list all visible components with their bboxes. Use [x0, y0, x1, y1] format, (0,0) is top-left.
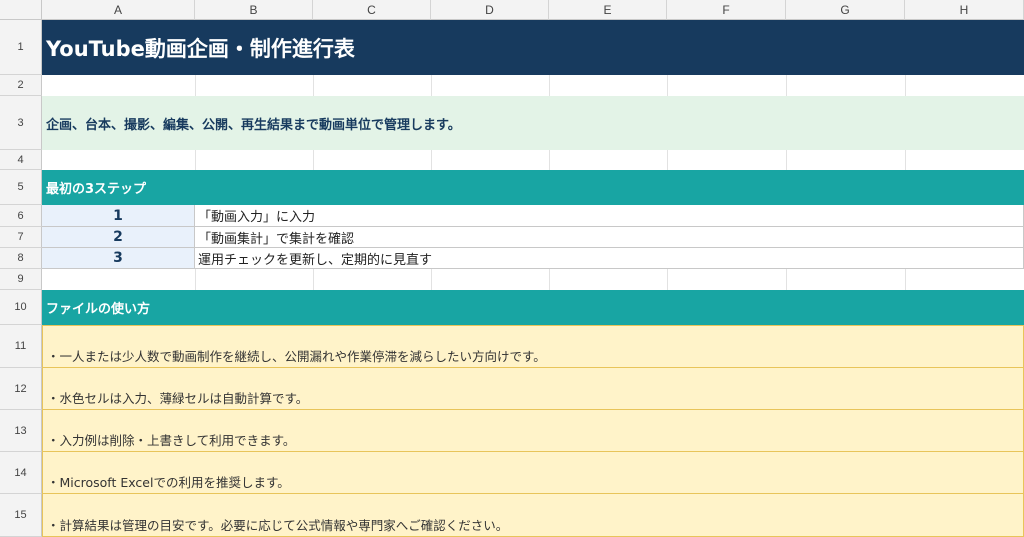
- steps-heading-cell[interactable]: 最初の3ステップ: [42, 170, 1024, 205]
- row-header-14[interactable]: 14: [0, 452, 42, 494]
- column-header-e[interactable]: E: [549, 0, 667, 20]
- row-header-15[interactable]: 15: [0, 494, 42, 537]
- steps-heading: 最初の3ステップ: [46, 182, 147, 197]
- row-header-11[interactable]: 11: [0, 325, 42, 368]
- column-header-d[interactable]: D: [431, 0, 549, 20]
- spreadsheet: A B C D E F G H 1 2 3 4 5 6 7 8 9 10 11 …: [0, 0, 1024, 537]
- column-header-h[interactable]: H: [905, 0, 1024, 20]
- step-text-cell[interactable]: 「動画入力」に入力: [195, 205, 1024, 227]
- usage-note: ・入力例は削除・上書きして利用できます。: [47, 433, 296, 448]
- usage-note: ・水色セルは入力、薄緑セルは自動計算です。: [47, 391, 309, 406]
- row-header-7[interactable]: 7: [0, 227, 42, 248]
- sheet-subtitle: 企画、台本、撮影、編集、公開、再生結果まで動画単位で管理します。: [46, 117, 461, 133]
- sheet-title: YouTube動画企画・制作進行表: [46, 36, 355, 61]
- subtitle-cell[interactable]: 企画、台本、撮影、編集、公開、再生結果まで動画単位で管理します。: [42, 96, 1024, 150]
- row-header-12[interactable]: 12: [0, 368, 42, 410]
- step-number-cell[interactable]: 2: [42, 227, 195, 248]
- sheet-title-cell[interactable]: YouTube動画企画・制作進行表: [42, 20, 1024, 75]
- column-header-g[interactable]: G: [786, 0, 905, 20]
- usage-note: ・Microsoft Excelでの利用を推奨します。: [47, 475, 290, 490]
- step-text-cell[interactable]: 「動画集計」で集計を確認: [195, 227, 1024, 248]
- usage-note: ・一人または少人数で動画制作を継続し、公開漏れや作業停滞を減らしたい方向けです。: [47, 349, 546, 364]
- step-text-cell[interactable]: 運用チェックを更新し、定期的に見直す: [195, 248, 1024, 269]
- column-header-c[interactable]: C: [313, 0, 431, 20]
- usage-heading: ファイルの使い方: [46, 302, 151, 317]
- column-header-b[interactable]: B: [195, 0, 313, 20]
- step-number-cell[interactable]: 1: [42, 205, 195, 227]
- row-header-9[interactable]: 9: [0, 269, 42, 290]
- column-header-a[interactable]: A: [42, 0, 195, 20]
- usage-note-cell[interactable]: ・一人または少人数で動画制作を継続し、公開漏れや作業停滞を減らしたい方向けです。: [42, 325, 1024, 368]
- step-number-cell[interactable]: 3: [42, 248, 195, 269]
- usage-note-cell[interactable]: ・Microsoft Excelでの利用を推奨します。: [42, 452, 1024, 494]
- row-header-1[interactable]: 1: [0, 20, 42, 75]
- row-header-10[interactable]: 10: [0, 290, 42, 325]
- row-header-6[interactable]: 6: [0, 205, 42, 227]
- row-header-5[interactable]: 5: [0, 170, 42, 205]
- row-header-8[interactable]: 8: [0, 248, 42, 269]
- usage-note: ・計算結果は管理の目安です。必要に応じて公式情報や専門家へご確認ください。: [47, 518, 509, 533]
- usage-note-cell[interactable]: ・計算結果は管理の目安です。必要に応じて公式情報や専門家へご確認ください。: [42, 494, 1024, 537]
- usage-note-cell[interactable]: ・入力例は削除・上書きして利用できます。: [42, 410, 1024, 452]
- usage-note-cell[interactable]: ・水色セルは入力、薄緑セルは自動計算です。: [42, 368, 1024, 410]
- usage-heading-cell[interactable]: ファイルの使い方: [42, 290, 1024, 325]
- row-header-13[interactable]: 13: [0, 410, 42, 452]
- column-header-f[interactable]: F: [667, 0, 786, 20]
- select-all-corner[interactable]: [0, 0, 42, 20]
- row-header-2[interactable]: 2: [0, 75, 42, 96]
- row-header-3[interactable]: 3: [0, 96, 42, 150]
- row-header-4[interactable]: 4: [0, 150, 42, 170]
